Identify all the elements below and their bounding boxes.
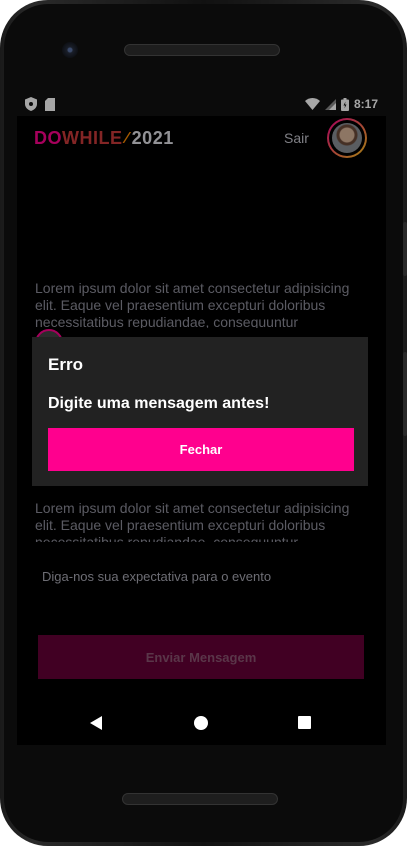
bottom-speaker — [122, 793, 278, 805]
earpiece-speaker — [124, 44, 280, 56]
volume-button — [403, 222, 407, 276]
phone-frame: 8:17 DO WHILE ⁄ 2021 Sair Lorem ipsum do… — [0, 0, 407, 846]
power-button — [403, 352, 407, 436]
front-camera — [62, 42, 78, 58]
recent-apps-icon[interactable] — [298, 716, 311, 729]
back-icon[interactable] — [90, 716, 102, 730]
close-dialog-button[interactable]: Fechar — [48, 428, 354, 471]
dialog-title: Erro — [48, 355, 83, 374]
android-nav-bar — [17, 705, 386, 745]
screen: 8:17 DO WHILE ⁄ 2021 Sair Lorem ipsum do… — [17, 94, 386, 745]
error-dialog: Erro Digite uma mensagem antes! Fechar — [32, 337, 368, 486]
dialog-message: Digite uma mensagem antes! — [48, 395, 270, 412]
home-icon[interactable] — [194, 716, 208, 730]
